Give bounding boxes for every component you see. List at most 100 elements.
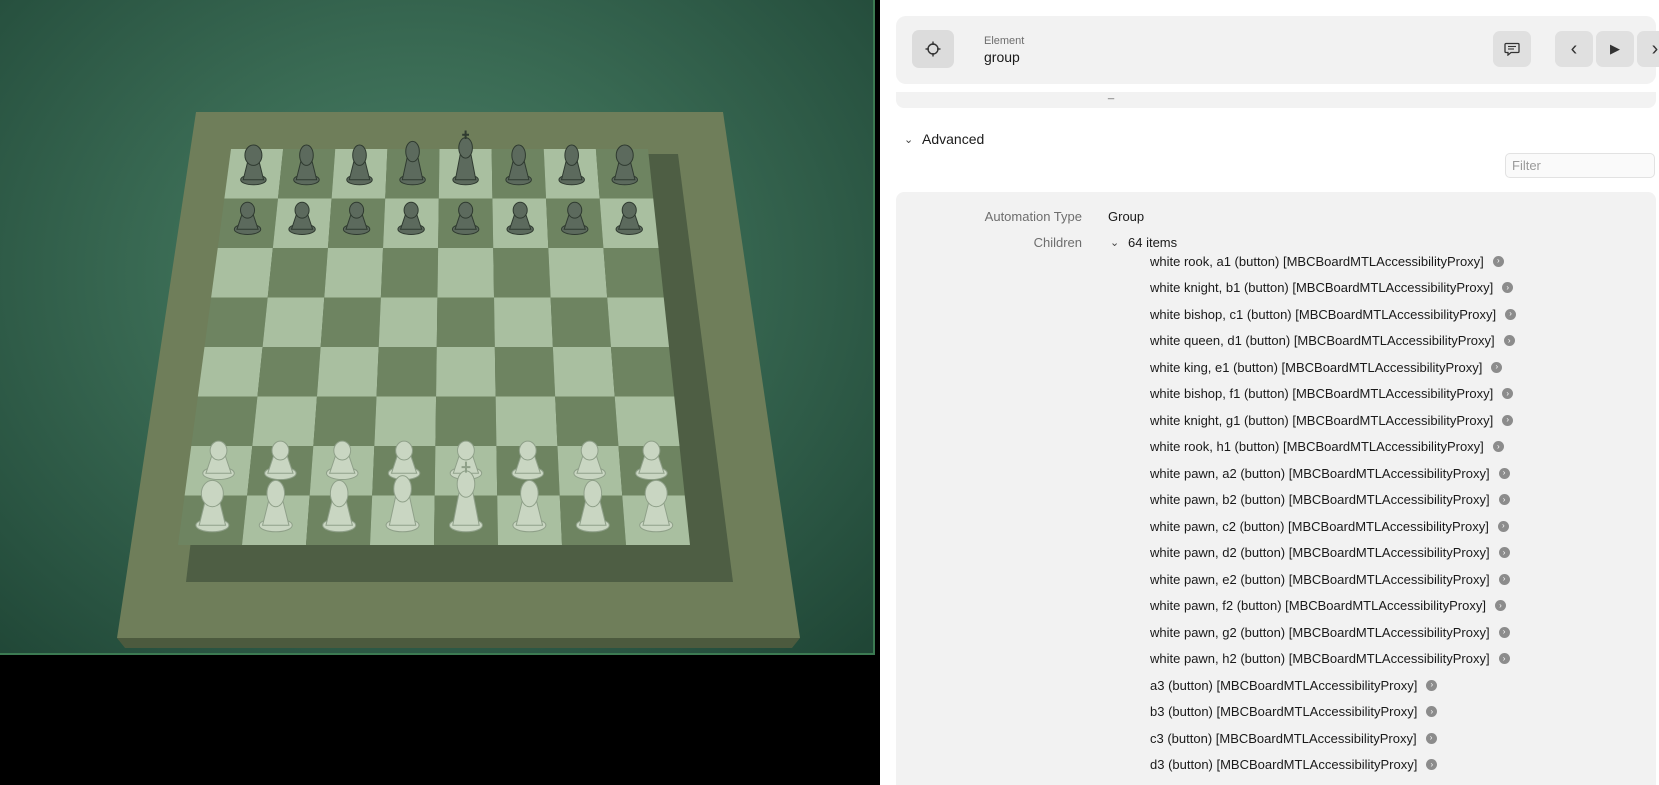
board-square[interactable] xyxy=(252,396,317,447)
navigate-arrow-icon[interactable]: › xyxy=(1498,573,1510,585)
previous-section-value: _ xyxy=(1108,88,1115,100)
board-square[interactable] xyxy=(374,396,437,447)
forward-button[interactable]: › xyxy=(1637,31,1659,67)
navigate-arrow-icon[interactable]: › xyxy=(1498,626,1510,638)
advanced-section-toggle[interactable]: ⌄ Advanced xyxy=(904,131,984,147)
child-row[interactable]: c3 (button) [MBCBoardMTLAccessibilityPro… xyxy=(1150,728,1437,748)
board-square[interactable] xyxy=(610,347,675,397)
target-button[interactable] xyxy=(912,30,954,68)
advanced-section-label: Advanced xyxy=(922,131,985,147)
board-square[interactable] xyxy=(320,297,381,348)
board-square[interactable] xyxy=(211,248,273,298)
navigate-arrow-icon[interactable]: › xyxy=(1498,547,1510,558)
board-square[interactable] xyxy=(204,297,268,348)
child-label: white rook, h1 (button) [MBCBoardMTLAcce… xyxy=(1150,439,1484,454)
child-row[interactable]: white pawn, h2 (button) [MBCBoardMTLAcce… xyxy=(1150,649,1510,669)
child-label: white pawn, b2 (button) [MBCBoardMTLAcce… xyxy=(1150,492,1490,507)
board-square[interactable] xyxy=(614,396,680,447)
navigate-arrow-icon[interactable]: › xyxy=(1502,414,1514,426)
board-square[interactable] xyxy=(313,396,377,447)
child-label: b3 (button) [MBCBoardMTLAccessibilityPro… xyxy=(1150,704,1418,719)
board-square[interactable] xyxy=(552,347,615,397)
child-row[interactable]: white knight, b1 (button) [MBCBoardMTLAc… xyxy=(1150,278,1514,298)
child-label: c3 (button) [MBCBoardMTLAccessibilityPro… xyxy=(1150,730,1417,746)
child-row[interactable]: white rook, a1 (button) [MBCBoardMTLAcce… xyxy=(1150,251,1504,271)
board-square[interactable] xyxy=(437,248,495,298)
board-square[interactable] xyxy=(603,248,664,298)
board-square[interactable] xyxy=(380,248,439,298)
board-square[interactable] xyxy=(493,248,551,298)
child-row[interactable]: white pawn, g2 (button) [MBCBoardMTLAcce… xyxy=(1150,622,1510,642)
filter-input[interactable] xyxy=(1505,153,1655,178)
navigate-arrow-icon[interactable]: › xyxy=(1492,255,1504,267)
child-row[interactable]: white pawn, b2 (button) [MBCBoardMTLAcce… xyxy=(1150,490,1510,510)
element-header: Element group ‹ ▶ › xyxy=(896,16,1659,84)
child-label: white pawn, h2 (button) [MBCBoardMTLAcce… xyxy=(1150,651,1490,666)
child-row[interactable]: white pawn, a2 (button) [MBCBoardMTLAcce… xyxy=(1150,463,1510,483)
child-row[interactable]: b3 (button) [MBCBoardMTLAccessibilityPro… xyxy=(1150,702,1438,722)
comment-button[interactable] xyxy=(1493,31,1531,67)
board-square[interactable] xyxy=(436,297,495,348)
children-toggle[interactable]: ⌄ 64 items xyxy=(1110,235,1177,250)
board-square[interactable] xyxy=(495,396,558,447)
child-row[interactable]: white pawn, e2 (button) [MBCBoardMTLAcce… xyxy=(1150,569,1510,589)
board-square[interactable] xyxy=(267,248,328,298)
navigate-arrow-icon[interactable]: › xyxy=(1494,600,1506,611)
back-button[interactable]: ‹ xyxy=(1555,31,1593,67)
navigate-arrow-icon[interactable]: › xyxy=(1503,335,1515,346)
board-square[interactable] xyxy=(376,347,437,397)
child-label: white pawn, c2 (button) [MBCBoardMTLAcce… xyxy=(1150,518,1489,534)
navigate-arrow-icon[interactable]: › xyxy=(1498,494,1510,505)
speech-bubble-icon xyxy=(1504,42,1520,56)
board-square[interactable] xyxy=(262,297,325,348)
child-row[interactable]: white pawn, c2 (button) [MBCBoardMTLAcce… xyxy=(1150,516,1509,536)
child-row[interactable]: white king, e1 (button) [MBCBoardMTLAcce… xyxy=(1150,357,1503,377)
board-square[interactable] xyxy=(555,396,619,447)
board-square[interactable] xyxy=(191,396,258,447)
navigate-arrow-icon[interactable]: › xyxy=(1502,282,1514,293)
navigate-arrow-icon[interactable]: › xyxy=(1498,653,1510,664)
navigate-arrow-icon[interactable]: › xyxy=(1491,361,1503,373)
child-label: white knight, g1 (button) [MBCBoardMTLAc… xyxy=(1150,412,1494,428)
navigate-arrow-icon[interactable]: › xyxy=(1505,308,1517,320)
navigate-arrow-icon[interactable]: › xyxy=(1497,520,1509,532)
board-square[interactable] xyxy=(316,347,379,397)
child-row[interactable]: white bishop, f1 (button) [MBCBoardMTLAc… xyxy=(1150,384,1514,404)
navigate-arrow-icon[interactable]: › xyxy=(1492,441,1504,452)
child-label: white knight, b1 (button) [MBCBoardMTLAc… xyxy=(1150,280,1494,295)
board-square[interactable] xyxy=(257,347,321,397)
board-square[interactable] xyxy=(324,248,384,298)
navigate-arrow-icon[interactable]: › xyxy=(1426,706,1438,717)
navigate-arrow-icon[interactable]: › xyxy=(1426,679,1438,691)
board-square[interactable] xyxy=(548,248,608,298)
child-row[interactable]: white pawn, f2 (button) [MBCBoardMTLAcce… xyxy=(1150,596,1506,616)
board-square[interactable] xyxy=(436,347,496,397)
child-row[interactable]: d3 (button) [MBCBoardMTLAccessibilityPro… xyxy=(1150,755,1438,775)
navigate-arrow-icon[interactable]: › xyxy=(1426,759,1438,770)
child-row[interactable]: white rook, h1 (button) [MBCBoardMTLAcce… xyxy=(1150,437,1504,457)
navigate-arrow-icon[interactable]: › xyxy=(1502,388,1514,399)
board-square[interactable] xyxy=(197,347,263,397)
board-square[interactable] xyxy=(494,347,556,397)
board-square[interactable] xyxy=(435,396,497,447)
board-square[interactable] xyxy=(550,297,611,348)
chess-board-scene[interactable] xyxy=(0,0,875,655)
child-row[interactable]: white queen, d1 (button) [MBCBoardMTLAcc… xyxy=(1150,331,1515,351)
child-label: white bishop, c1 (button) [MBCBoardMTLAc… xyxy=(1150,306,1497,322)
board-square[interactable] xyxy=(494,297,553,348)
navigate-arrow-icon[interactable]: › xyxy=(1498,467,1510,479)
navigate-arrow-icon[interactable]: › xyxy=(1425,732,1437,744)
child-row[interactable]: white bishop, c1 (button) [MBCBoardMTLAc… xyxy=(1150,304,1517,324)
board-square[interactable] xyxy=(607,297,669,348)
child-label: white pawn, d2 (button) [MBCBoardMTLAcce… xyxy=(1150,545,1490,560)
board-square[interactable] xyxy=(378,297,438,348)
play-button[interactable]: ▶ xyxy=(1596,31,1634,67)
child-row[interactable]: white knight, g1 (button) [MBCBoardMTLAc… xyxy=(1150,410,1514,430)
chess-board-viewport[interactable] xyxy=(0,0,875,655)
chevron-left-icon: ‹ xyxy=(1570,37,1578,60)
child-label: d3 (button) [MBCBoardMTLAccessibilityPro… xyxy=(1150,757,1418,772)
automation-type-label: Automation Type xyxy=(984,209,1082,224)
chevron-down-icon: ⌄ xyxy=(1110,237,1120,249)
child-row[interactable]: white pawn, d2 (button) [MBCBoardMTLAcce… xyxy=(1150,543,1510,563)
child-row[interactable]: a3 (button) [MBCBoardMTLAccessibilityPro… xyxy=(1150,675,1438,695)
